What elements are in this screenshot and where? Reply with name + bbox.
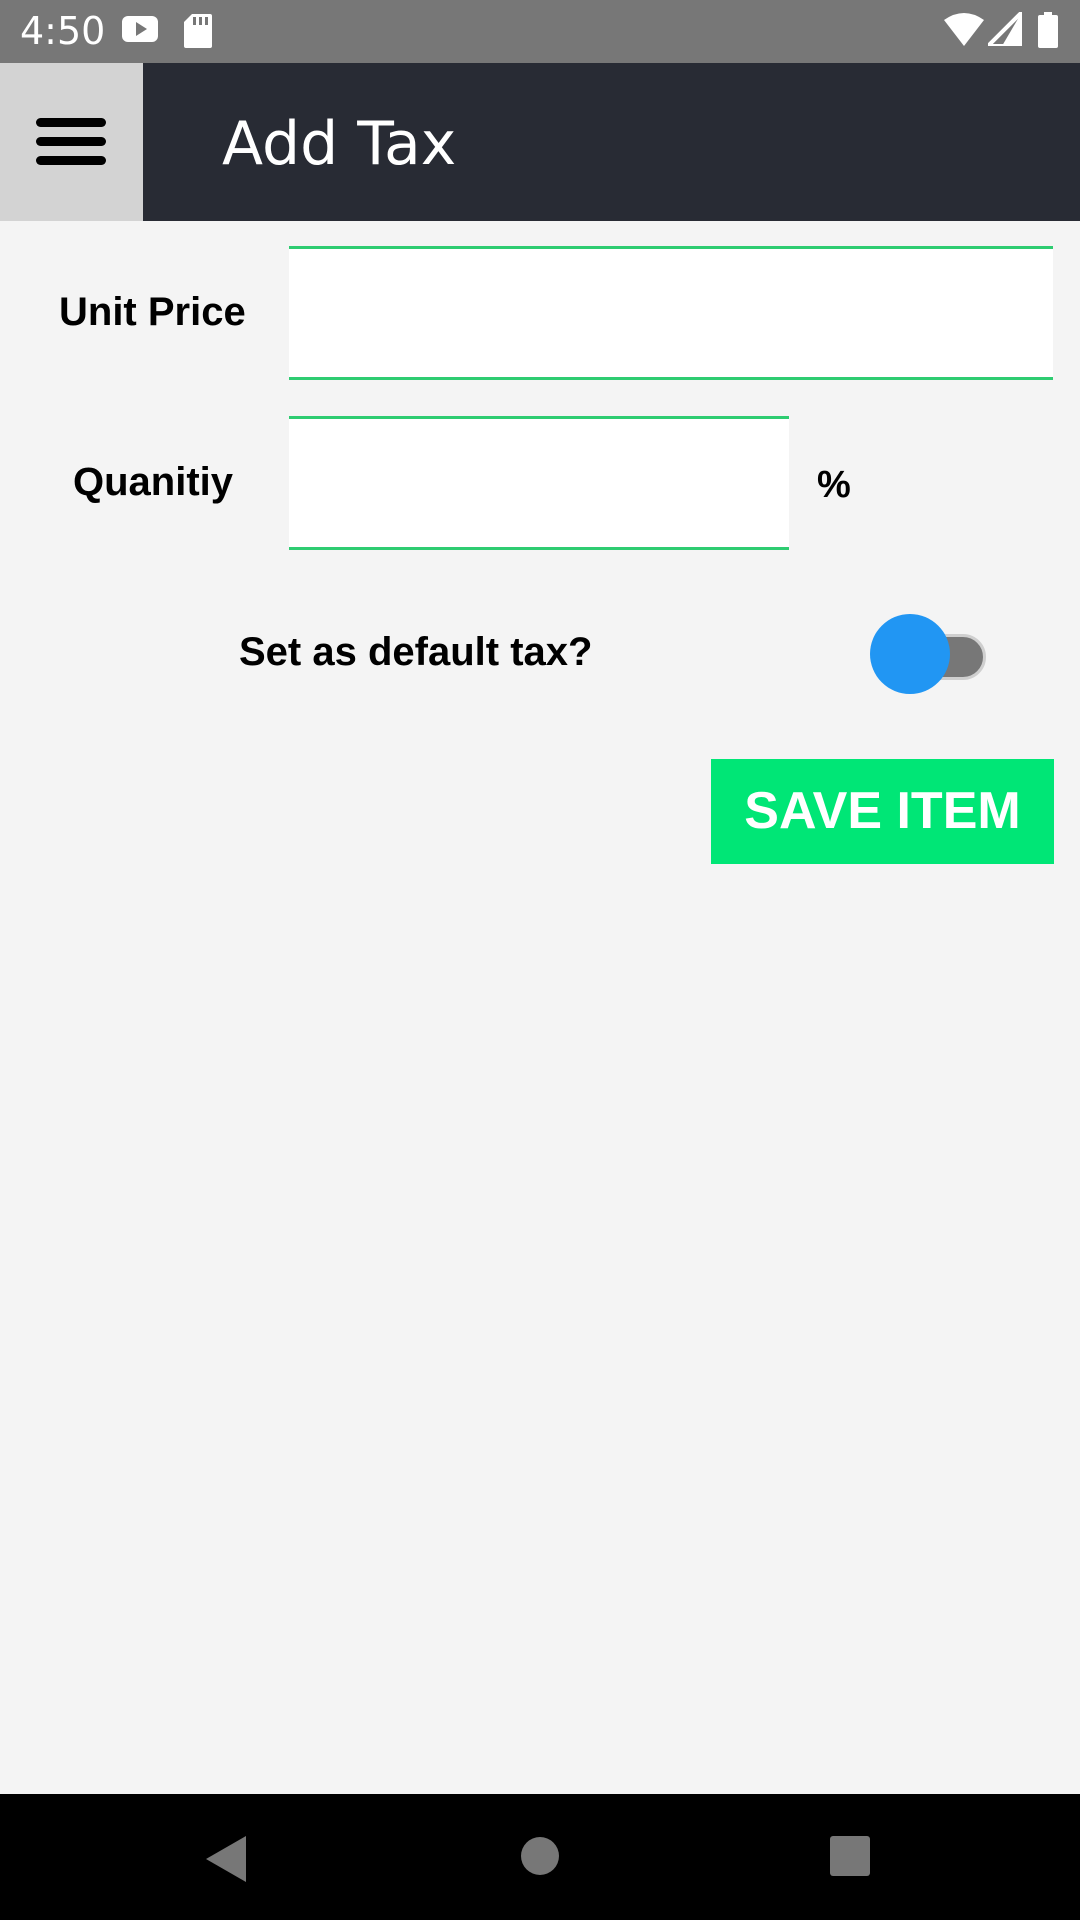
- back-icon[interactable]: [206, 1836, 246, 1887]
- default-tax-label: Set as default tax?: [239, 630, 593, 674]
- cell-signal-icon: [983, 7, 1024, 51]
- unit-price-input[interactable]: [289, 246, 1053, 380]
- navigation-bar: [0, 1794, 1080, 1920]
- unit-price-label: Unit Price: [59, 290, 246, 334]
- save-item-button[interactable]: SAVE ITEM: [711, 759, 1054, 864]
- status-time: 4:50: [20, 9, 106, 53]
- screen: 4:50 Add Tax Unit Price Quanitiy % Set a…: [0, 0, 1080, 1920]
- status-bar: 4:50: [0, 0, 1080, 63]
- toggle-thumb: [870, 614, 950, 694]
- menu-button[interactable]: [0, 63, 143, 221]
- wifi-icon: [944, 12, 984, 51]
- youtube-notification-icon: [122, 14, 158, 49]
- quantity-label: Quanitiy: [73, 460, 234, 504]
- page-title: Add Tax: [222, 109, 457, 179]
- app-bar: Add Tax: [0, 63, 1080, 221]
- home-icon[interactable]: [520, 1836, 560, 1881]
- percent-suffix: %: [817, 464, 851, 506]
- battery-icon: [1038, 12, 1058, 53]
- recents-icon[interactable]: [830, 1836, 870, 1881]
- sd-card-icon: [184, 14, 212, 53]
- quantity-input[interactable]: [289, 416, 789, 550]
- default-tax-toggle[interactable]: [870, 614, 990, 696]
